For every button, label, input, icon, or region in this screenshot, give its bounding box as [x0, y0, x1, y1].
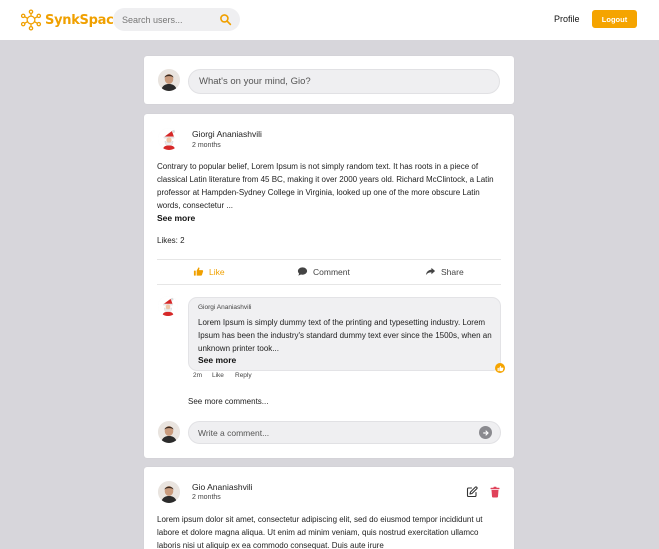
arrow-right-icon	[482, 429, 489, 436]
author-avatar[interactable]	[158, 481, 180, 503]
delete-post-button[interactable]	[489, 485, 501, 498]
thumbs-up-icon	[497, 365, 503, 371]
like-label: Like	[209, 266, 225, 277]
comment-see-more-link[interactable]: See more	[198, 355, 236, 365]
comment-input-wrapper	[188, 421, 501, 444]
top-navbar: SynkSpace Profile Logout	[0, 0, 659, 40]
comment-like-button[interactable]: Like	[212, 372, 224, 379]
profile-link[interactable]: Profile	[554, 14, 580, 24]
comment-timestamp: 2m	[193, 372, 203, 379]
comment-reply-button[interactable]: Reply	[235, 372, 252, 379]
user-avatar-icon	[158, 421, 180, 443]
thumbs-up-icon	[193, 267, 204, 276]
comment-button[interactable]: Comment	[297, 266, 350, 277]
see-more-link[interactable]: See more	[157, 213, 195, 223]
user-avatar-icon	[158, 69, 180, 91]
user-search	[113, 8, 240, 31]
post-timestamp: 2 months	[192, 142, 221, 149]
post-card: Giorgi Ananiashvili 2 months Contrary to…	[144, 114, 514, 458]
santa-avatar-icon	[158, 296, 178, 316]
divider	[157, 259, 501, 260]
send-comment-button[interactable]	[479, 426, 492, 439]
share-label: Share	[441, 266, 464, 277]
app-name: SynkSpace	[45, 12, 123, 28]
search-icon[interactable]	[219, 13, 232, 26]
share-button[interactable]: Share	[425, 266, 464, 277]
like-button[interactable]: Like	[193, 266, 225, 277]
avatar[interactable]	[158, 421, 180, 443]
comment-text: Lorem Ipsum is simply dummy text of the …	[198, 318, 492, 353]
post-author-name[interactable]: Giorgi Ananiashvili	[192, 129, 262, 139]
post-author-name[interactable]: Gio Ananiashvili	[192, 482, 252, 492]
comment-author-name[interactable]: Giorgi Ananiashvili	[198, 304, 251, 311]
user-avatar-icon	[158, 481, 180, 503]
post-card: Gio Ananiashvili 2 months Lorem ipsum do…	[144, 467, 514, 549]
santa-avatar-icon	[158, 128, 180, 150]
share-icon	[425, 267, 436, 276]
logout-button[interactable]: Logout	[592, 10, 637, 28]
author-avatar[interactable]	[158, 128, 180, 150]
comment-bubble: Giorgi Ananiashvili Lorem Ipsum is simpl…	[188, 297, 501, 371]
avatar[interactable]	[158, 69, 180, 91]
search-input[interactable]	[122, 8, 214, 31]
network-logo-icon	[20, 9, 42, 31]
synkspace-logo[interactable]: SynkSpace	[20, 8, 122, 32]
commenter-avatar[interactable]	[158, 296, 178, 316]
comment-label: Comment	[313, 266, 350, 277]
post-body: Contrary to popular belief, Lorem Ipsum …	[157, 162, 494, 210]
post-timestamp: 2 months	[192, 494, 221, 501]
likes-count: Likes: 2	[157, 236, 185, 245]
edit-icon	[466, 486, 478, 498]
comment-input[interactable]	[198, 422, 468, 443]
post-composer	[144, 56, 514, 104]
divider	[157, 284, 501, 285]
composer-input[interactable]	[188, 69, 500, 94]
comment-like-reaction	[495, 363, 505, 373]
see-more-comments-link[interactable]: See more comments...	[188, 397, 268, 406]
trash-icon	[490, 486, 500, 498]
comment-icon	[297, 267, 308, 276]
post-body: Lorem ipsum dolor sit amet, consectetur …	[157, 515, 483, 549]
edit-post-button[interactable]	[466, 485, 478, 498]
